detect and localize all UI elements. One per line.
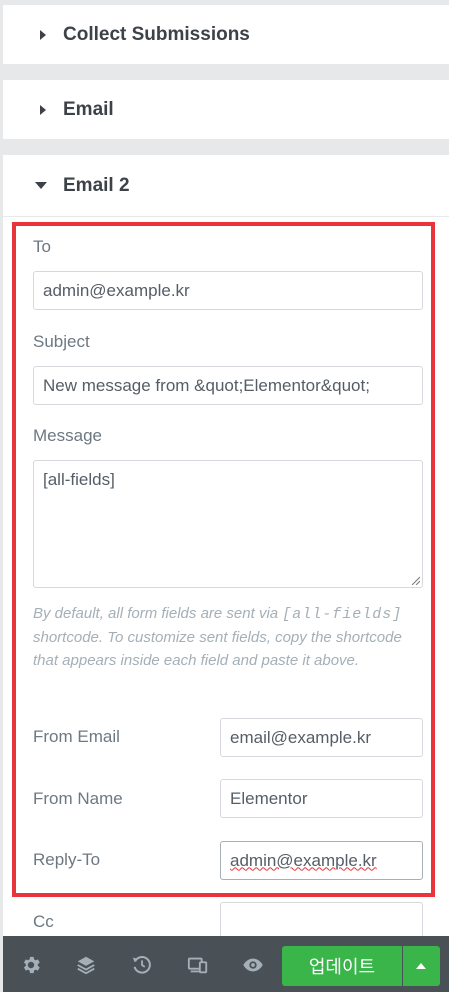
- section-email-2[interactable]: Email 2: [3, 155, 449, 216]
- layers-icon[interactable]: [75, 954, 97, 976]
- update-button[interactable]: 업데이트: [282, 946, 402, 986]
- responsive-icon[interactable]: [187, 954, 209, 976]
- eye-icon[interactable]: [242, 954, 264, 976]
- update-button-label: 업데이트: [308, 957, 376, 977]
- cc-label: Cc: [33, 912, 54, 931]
- update-options-button[interactable]: [403, 946, 440, 986]
- section-title: Email: [63, 98, 114, 120]
- section-collect-submissions[interactable]: Collect Submissions: [3, 5, 449, 64]
- section-title: Collect Submissions: [63, 23, 250, 45]
- section-title: Email 2: [63, 174, 130, 196]
- history-icon[interactable]: [131, 954, 153, 976]
- section-email[interactable]: Email: [3, 80, 449, 139]
- gear-icon[interactable]: [20, 954, 42, 976]
- caret-right-icon: [40, 29, 46, 40]
- caret-down-icon: [35, 182, 47, 189]
- highlight-box: [12, 222, 435, 897]
- caret-right-icon: [40, 104, 46, 115]
